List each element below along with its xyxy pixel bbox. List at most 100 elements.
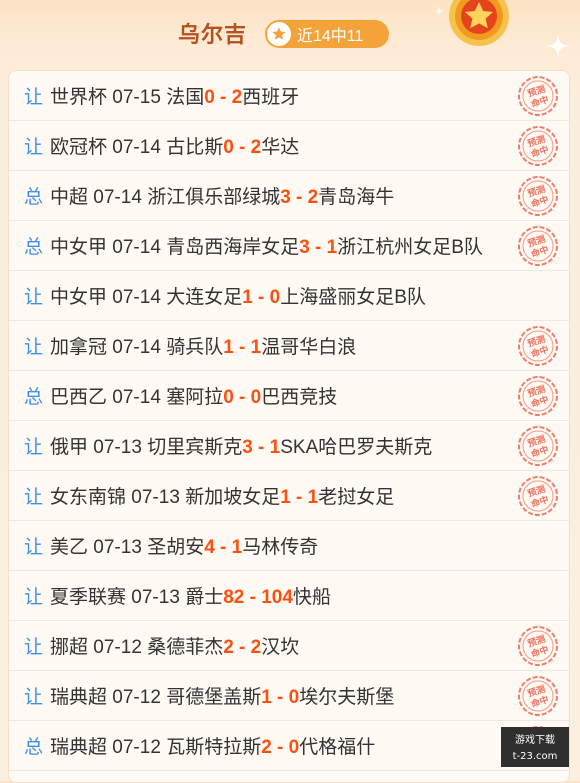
match-info: 巴西乙 07-14 塞阿拉0 - 0巴西竞技 bbox=[50, 382, 337, 409]
match-row[interactable]: 让女东南锦 07-13 新加坡女足1 - 1老挝女足 预测 命中 bbox=[9, 471, 569, 521]
away-team: 代格福什 bbox=[299, 737, 376, 758]
match-date: 07-12 bbox=[112, 737, 161, 758]
match-row[interactable]: 让世界杯 07-15 法国0 - 2西班牙 预测 命中 bbox=[9, 71, 569, 121]
match-date: 07-12 bbox=[93, 637, 142, 658]
score-separator: - bbox=[233, 387, 251, 408]
away-score: 0 bbox=[250, 387, 262, 408]
match-row[interactable]: 让夏季联赛 07-13 爵士82 - 104快船 bbox=[9, 571, 569, 621]
match-row[interactable]: 总瑞典超 07-12 瓦斯特拉斯2 - 0代格福什预测命中 bbox=[9, 721, 569, 771]
league-name: 中女甲 bbox=[50, 237, 108, 258]
expert-header: 乌尔吉 近14中11 bbox=[0, 0, 580, 66]
match-list: 让世界杯 07-15 法国0 - 2西班牙 预测 命中让欧冠杯 07-14 古比斯0… bbox=[8, 70, 570, 783]
bet-type-label: 让 bbox=[24, 637, 44, 658]
home-team: 桑德菲杰 bbox=[147, 637, 224, 658]
home-team: 骑兵队 bbox=[166, 337, 224, 358]
score-separator: - bbox=[252, 437, 270, 458]
sparkle-icon bbox=[546, 34, 570, 58]
prediction-hit-stamp-icon: 预测命中 bbox=[518, 426, 558, 466]
home-score: 1 bbox=[242, 287, 253, 308]
league-name: 夏季联赛 bbox=[50, 587, 127, 608]
league-name: 俄甲 bbox=[50, 437, 89, 458]
league-name: 中超 bbox=[50, 187, 89, 208]
watermark-line2: t-23.com bbox=[512, 751, 558, 762]
home-team: 新加坡女足 bbox=[185, 487, 281, 508]
home-team: 古比斯 bbox=[166, 137, 224, 158]
watermark-line1: 游戏下载 bbox=[515, 735, 555, 746]
away-team: 马林传奇 bbox=[242, 537, 319, 558]
home-score: 2 bbox=[223, 637, 234, 658]
match-row[interactable]: 总中超 07-14 浙江俱乐部绿城3 - 2青岛海牛 预测 命中 bbox=[9, 171, 569, 221]
score-separator: - bbox=[214, 87, 232, 108]
bet-type-label: 总 bbox=[24, 737, 44, 758]
match-date: 07-13 bbox=[131, 587, 180, 608]
prediction-hit-stamp-icon: 预测命中 bbox=[518, 176, 558, 216]
away-score: 2 bbox=[250, 637, 262, 658]
away-team: 埃尔夫斯堡 bbox=[299, 687, 395, 708]
match-row[interactable]: 让欧冠杯 07-14 古比斯0 - 2华达 预测 命中 bbox=[9, 121, 569, 171]
match-row[interactable]: 让俄甲 07-13 切里宾斯克3 - 1SKA哈巴罗夫斯克 预测 命中 bbox=[9, 421, 569, 471]
away-score: 1 bbox=[269, 437, 281, 458]
home-score: 3 bbox=[242, 437, 253, 458]
match-row[interactable]: 总巴西乙 07-14 塞阿拉0 - 0巴西竞技 预测 命中 bbox=[9, 371, 569, 421]
away-score: 0 bbox=[269, 287, 281, 308]
match-row[interactable]: 让加拿冠 07-14 骑兵队1 - 1温哥华白浪 预测 命中 bbox=[9, 321, 569, 371]
record-badge: 近14中11 bbox=[265, 20, 389, 48]
score-separator: - bbox=[233, 137, 251, 158]
match-date: 07-12 bbox=[112, 687, 161, 708]
score-separator: - bbox=[233, 337, 251, 358]
bet-type-label: 总 bbox=[24, 237, 44, 258]
score-separator: - bbox=[271, 737, 289, 758]
match-date: 07-14 bbox=[112, 337, 161, 358]
home-team: 爵士 bbox=[185, 587, 224, 608]
prediction-hit-stamp-icon: 预测命中 bbox=[518, 76, 558, 116]
match-row[interactable]: 让瑞典超 07-12 哥德堡盖斯1 - 0埃尔夫斯堡 预测 命中 bbox=[9, 671, 569, 721]
prediction-hit-stamp-icon: 预测命中 bbox=[518, 626, 558, 666]
match-info: 中超 07-14 浙江俱乐部绿城3 - 2青岛海牛 bbox=[50, 182, 394, 209]
prediction-hit-stamp-icon: 预测命中 bbox=[518, 676, 558, 716]
away-team: 上海盛丽女足B队 bbox=[280, 287, 426, 308]
score-separator: - bbox=[214, 537, 232, 558]
prediction-hit-stamp-icon: 预测命中 bbox=[518, 126, 558, 166]
match-date: 07-14 bbox=[112, 387, 161, 408]
away-score: 0 bbox=[288, 687, 300, 708]
away-score: 1 bbox=[231, 537, 243, 558]
match-date: 07-14 bbox=[112, 137, 161, 158]
site-watermark: 游戏下载 t-23.com bbox=[501, 727, 569, 767]
home-score: 0 bbox=[223, 387, 234, 408]
match-info: 中女甲 07-14 大连女足1 - 0上海盛丽女足B队 bbox=[50, 282, 426, 309]
score-separator: - bbox=[290, 487, 308, 508]
match-info: 美乙 07-13 圣胡安4 - 1马林传奇 bbox=[50, 532, 318, 559]
league-name: 瑞典超 bbox=[50, 687, 108, 708]
match-row[interactable]: 让挪超 07-12 桑德菲杰2 - 2汉坎 预测 命中 bbox=[9, 621, 569, 671]
away-team: 巴西竞技 bbox=[261, 387, 338, 408]
league-name: 中女甲 bbox=[50, 287, 108, 308]
match-row[interactable]: 让中女甲 07-14 大连女足1 - 0上海盛丽女足B队 bbox=[9, 271, 569, 321]
away-score: 2 bbox=[250, 137, 262, 158]
prediction-hit-stamp-icon: 预测命中 bbox=[518, 376, 558, 416]
home-team: 瓦斯特拉斯 bbox=[166, 737, 262, 758]
home-score: 2 bbox=[261, 737, 272, 758]
score-separator: - bbox=[271, 687, 289, 708]
home-team: 圣胡安 bbox=[147, 537, 205, 558]
league-name: 世界杯 bbox=[50, 87, 108, 108]
bet-type-label: 让 bbox=[24, 587, 44, 608]
away-team: 青岛海牛 bbox=[318, 187, 395, 208]
match-info: 夏季联赛 07-13 爵士82 - 104快船 bbox=[50, 582, 331, 609]
home-team: 浙江俱乐部绿城 bbox=[147, 187, 281, 208]
league-name: 欧冠杯 bbox=[50, 137, 108, 158]
home-score: 1 bbox=[261, 687, 272, 708]
match-row[interactable]: 让美乙 07-13 圣胡安4 - 1马林传奇 bbox=[9, 521, 569, 571]
match-info: 俄甲 07-13 切里宾斯克3 - 1SKA哈巴罗夫斯克 bbox=[50, 432, 432, 459]
bet-type-label: 让 bbox=[24, 687, 44, 708]
league-name: 巴西乙 bbox=[50, 387, 108, 408]
bet-type-label: 让 bbox=[24, 137, 44, 158]
match-info: 欧冠杯 07-14 古比斯0 - 2华达 bbox=[50, 132, 299, 159]
score-separator: - bbox=[290, 187, 308, 208]
bet-type-label: 让 bbox=[24, 337, 44, 358]
match-row[interactable]: 总中女甲 07-14 青岛西海岸女足3 - 1浙江杭州女足B队 预测 命中 bbox=[9, 221, 569, 271]
league-name: 挪超 bbox=[50, 637, 89, 658]
away-team: 华达 bbox=[261, 137, 300, 158]
match-date: 07-13 bbox=[93, 537, 142, 558]
bet-type-label: 总 bbox=[24, 387, 44, 408]
home-score: 1 bbox=[280, 487, 291, 508]
